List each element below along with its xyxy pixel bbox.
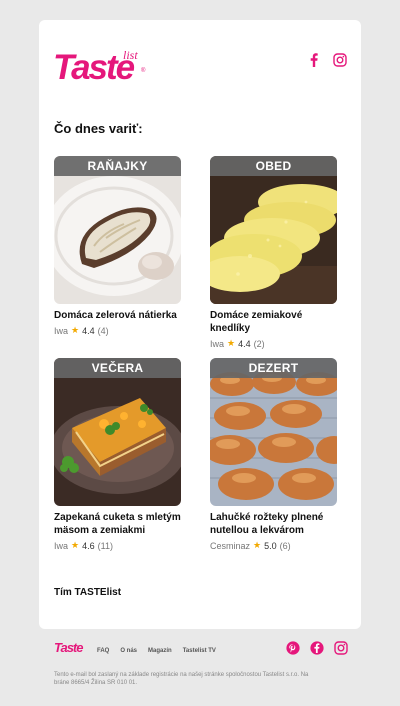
instagram-icon[interactable] (333, 53, 347, 67)
recipe-card[interactable]: VEČERA Zapekaná cuketa s mletým mäsom a … (54, 358, 181, 551)
footer-links: FAQ O nás Magazín Tastelist TV (97, 648, 216, 654)
recipe-author: Iwa (210, 338, 225, 349)
intro-heading: Čo dnes variť: (54, 121, 143, 136)
recipe-category: VEČERA (54, 358, 181, 378)
recipe-image[interactable]: DEZERT (210, 358, 337, 506)
recipe-card[interactable]: OBED Domáce zemiakové knedlíky Iwa ★ 4.4… (210, 156, 337, 349)
recipe-title[interactable]: Lahučké rožteky plnené nutellou a lekvár… (210, 511, 337, 537)
pinterest-icon[interactable] (286, 641, 300, 655)
recipe-rating-count: (4) (97, 325, 109, 336)
recipe-category: DEZERT (210, 358, 337, 378)
recipe-author: Cesminaz (210, 540, 251, 551)
recipe-title[interactable]: Domáce zemiakové knedlíky (210, 309, 337, 335)
logo-reg: ® (141, 68, 146, 74)
recipe-category: OBED (210, 156, 337, 176)
instagram-icon[interactable] (334, 641, 348, 655)
star-icon: ★ (227, 338, 236, 348)
recipe-rating-count: (6) (279, 540, 291, 551)
footer-link-about[interactable]: O nás (120, 648, 137, 654)
signoff: Tím TASTElist (54, 587, 122, 598)
recipe-meta: Cesminaz ★ 5.0 (6) (210, 540, 337, 551)
recipe-image[interactable]: RAŇAJKY (54, 156, 181, 304)
logo-sub: list (123, 48, 138, 62)
header-social (307, 53, 347, 67)
footer-link-faq[interactable]: FAQ (97, 648, 109, 654)
recipe-author: Iwa (54, 540, 69, 551)
star-icon: ★ (71, 325, 80, 335)
recipe-title[interactable]: Zapekaná cuketa s mletým mäsom a zemiakm… (54, 511, 181, 537)
footer-link-tv[interactable]: Tastelist TV (183, 648, 216, 654)
recipe-category: RAŇAJKY (54, 156, 181, 176)
footer-social (286, 641, 348, 655)
recipe-rating-count: (2) (253, 338, 265, 349)
recipe-rating: 4.4 (82, 325, 95, 336)
recipe-author: Iwa (54, 325, 69, 336)
recipe-image[interactable]: OBED (210, 156, 337, 304)
footer-logo[interactable]: Taste (54, 640, 84, 655)
facebook-icon[interactable] (310, 641, 324, 655)
recipe-rating: 4.4 (238, 338, 251, 349)
recipe-meta: Iwa ★ 4.4 (2) (210, 338, 337, 349)
recipe-rating: 4.6 (82, 540, 95, 551)
recipe-meta: Iwa ★ 4.4 (4) (54, 325, 181, 336)
star-icon: ★ (253, 540, 262, 550)
email-card: Taste list ® Čo dnes variť: RAŇAJKY Domá… (39, 20, 361, 629)
recipe-card[interactable]: RAŇAJKY Domáca zelerová nátierka Iwa ★ 4… (54, 156, 181, 336)
recipe-image[interactable]: VEČERA (54, 358, 181, 506)
recipe-rating-count: (11) (97, 540, 113, 551)
recipe-rating: 5.0 (264, 540, 277, 551)
footer-legal-text: Tento e-mail bol zaslaný na základe regi… (54, 672, 309, 686)
star-icon: ★ (71, 540, 80, 550)
logo-word: Taste (53, 48, 135, 87)
footer-link-magazine[interactable]: Magazín (148, 648, 172, 654)
recipe-title[interactable]: Domáca zelerová nátierka (54, 309, 181, 322)
tastelist-logo[interactable]: Taste list ® (53, 48, 147, 88)
recipe-card[interactable]: DEZERT Lahučké rožteky plnené nutellou a… (210, 358, 337, 551)
facebook-icon[interactable] (307, 53, 321, 67)
recipe-meta: Iwa ★ 4.6 (11) (54, 540, 181, 551)
